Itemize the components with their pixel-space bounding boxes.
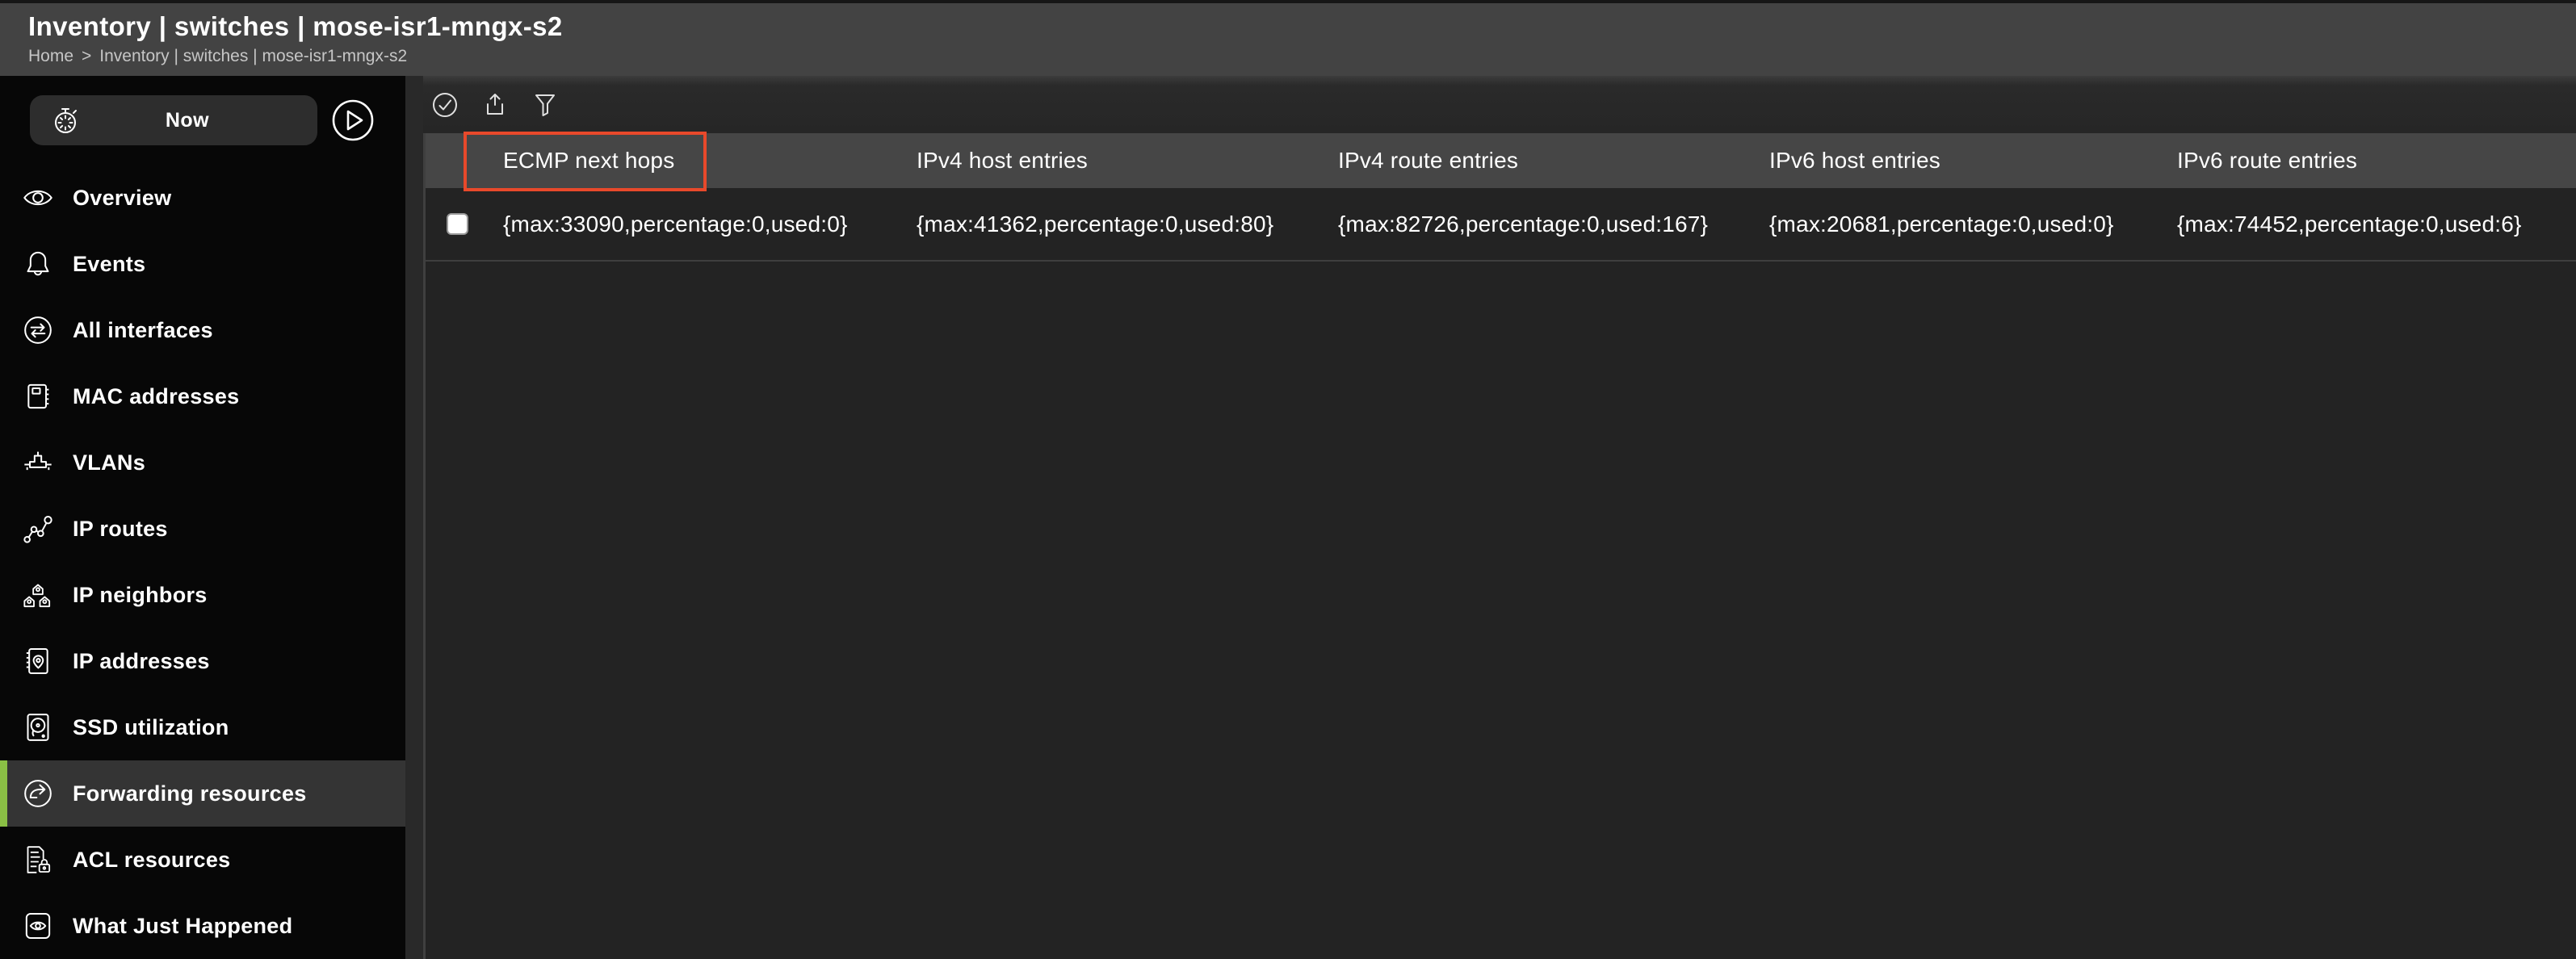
sidebar-item-what-just-happened[interactable]: What Just Happened xyxy=(0,893,405,959)
forward-circle-icon xyxy=(22,777,54,810)
sidebar-item-label: Events xyxy=(73,252,145,277)
hard-disk-icon xyxy=(22,711,54,743)
time-range-now-button[interactable]: Now xyxy=(30,95,317,145)
address-book-icon xyxy=(22,645,54,677)
main-area: Now Overview xyxy=(0,76,2576,959)
select-cell xyxy=(423,213,503,235)
sidebar-item-label: MAC addresses xyxy=(73,384,239,409)
row-checkbox[interactable] xyxy=(447,213,468,235)
sidebar-item-label: ACL resources xyxy=(73,848,230,873)
cell-ipv6-route-entries: {max:74452,percentage:0,used:6} xyxy=(2177,211,2576,237)
sidebar-item-label: Overview xyxy=(73,186,171,211)
time-controls: Now xyxy=(0,76,405,165)
table-row: {max:33090,percentage:0,used:0} {max:413… xyxy=(423,188,2576,262)
sidebar-item-vlans[interactable]: VLANs xyxy=(0,429,405,496)
sidebar-item-label: VLANs xyxy=(73,450,145,475)
sidebar-item-ssd-utilization[interactable]: SSD utilization xyxy=(0,694,405,760)
document-lock-icon xyxy=(22,844,54,876)
sidebar-item-ip-routes[interactable]: IP routes xyxy=(0,496,405,562)
sidebar-item-events[interactable]: Events xyxy=(0,231,405,297)
sidebar-item-label: IP addresses xyxy=(73,649,210,674)
sidebar-item-all-interfaces[interactable]: All interfaces xyxy=(0,297,405,363)
column-header-ipv6-route-entries[interactable]: IPv6 route entries xyxy=(2177,148,2576,174)
column-header-ipv6-host-entries[interactable]: IPv6 host entries xyxy=(1769,148,2177,174)
sidebar-item-label: What Just Happened xyxy=(73,914,292,939)
vlan-switch-icon xyxy=(22,446,54,479)
column-header-ecmp-next-hops[interactable]: ECMP next hops xyxy=(503,148,917,174)
content-area: ECMP next hops IPv4 host entries IPv4 ro… xyxy=(423,76,2576,959)
breadcrumb-separator: > xyxy=(82,47,91,66)
filter-icon[interactable] xyxy=(531,91,559,119)
column-header-ipv4-route-entries[interactable]: IPv4 route entries xyxy=(1338,148,1769,174)
breadcrumb: Home > Inventory | switches | mose-isr1-… xyxy=(28,47,2576,66)
route-graph-icon xyxy=(22,513,54,545)
sidebar-item-label: IP routes xyxy=(73,517,168,542)
cell-ipv4-host-entries: {max:41362,percentage:0,used:80} xyxy=(917,211,1338,237)
sidebar-item-forwarding-resources[interactable]: Forwarding resources xyxy=(0,760,405,827)
time-range-label: Now xyxy=(82,109,293,132)
sidebar-item-label: SSD utilization xyxy=(73,715,229,740)
wjh-eye-icon xyxy=(22,910,54,942)
export-icon[interactable] xyxy=(481,91,509,119)
check-circle-icon[interactable] xyxy=(431,91,459,119)
interfaces-icon xyxy=(22,314,54,346)
eye-icon xyxy=(22,182,54,214)
breadcrumb-home[interactable]: Home xyxy=(28,47,73,66)
sidebar: Now Overview xyxy=(0,76,405,959)
sidebar-item-ip-addresses[interactable]: IP addresses xyxy=(0,628,405,694)
app-header: Inventory | switches | mose-isr1-mngx-s2… xyxy=(0,0,2576,76)
houses-icon xyxy=(22,579,54,611)
play-icon xyxy=(348,111,362,129)
sidebar-item-label: All interfaces xyxy=(73,318,213,343)
breadcrumb-current: Inventory | switches | mose-isr1-mngx-s2 xyxy=(99,47,407,66)
sidebar-nav: Overview Events xyxy=(0,165,405,959)
sidebar-item-label: IP neighbors xyxy=(73,583,208,608)
cell-ecmp-next-hops: {max:33090,percentage:0,used:0} xyxy=(503,211,917,237)
cell-ipv6-host-entries: {max:20681,percentage:0,used:0} xyxy=(1769,211,2177,237)
notebook-icon xyxy=(22,380,54,412)
sidebar-item-mac-addresses[interactable]: MAC addresses xyxy=(0,363,405,429)
cell-ipv4-route-entries: {max:82726,percentage:0,used:167} xyxy=(1338,211,1769,237)
sidebar-item-acl-resources[interactable]: ACL resources xyxy=(0,827,405,893)
play-button[interactable] xyxy=(331,98,375,142)
sidebar-item-ip-neighbors[interactable]: IP neighbors xyxy=(0,562,405,628)
table-header-row: ECMP next hops IPv4 host entries IPv4 ro… xyxy=(423,133,2576,188)
column-header-ipv4-host-entries[interactable]: IPv4 host entries xyxy=(917,148,1338,174)
sidebar-item-label: Forwarding resources xyxy=(73,781,307,806)
sidebar-content-gutter xyxy=(405,76,423,959)
bell-icon xyxy=(22,248,54,280)
stopwatch-icon xyxy=(51,105,82,136)
page-title: Inventory | switches | mose-isr1-mngx-s2 xyxy=(28,11,2576,42)
table-toolbar xyxy=(423,76,2576,133)
sidebar-item-overview[interactable]: Overview xyxy=(0,165,405,231)
